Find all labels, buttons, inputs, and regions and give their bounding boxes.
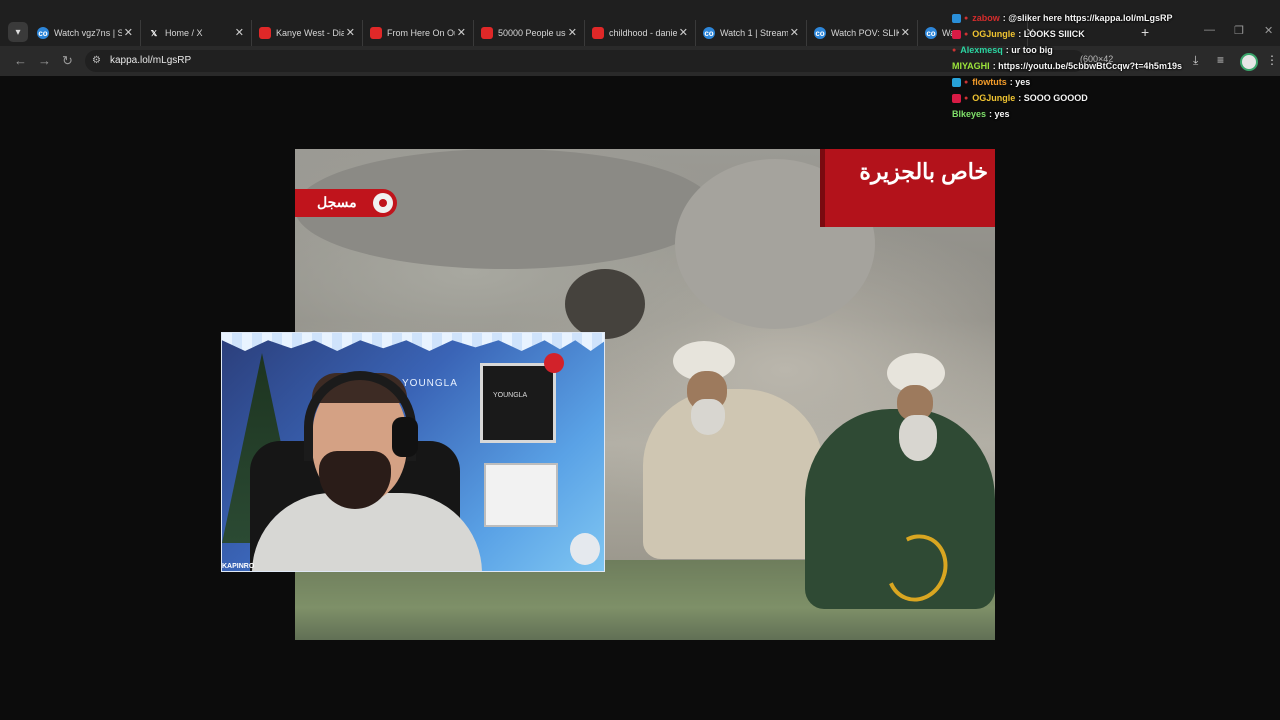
youtube-icon <box>370 27 382 39</box>
figure-left-beard <box>691 399 725 435</box>
dot-icon: ● <box>964 94 969 102</box>
x-logo-icon: 𝕏 <box>150 28 158 38</box>
tab-title: Watch vgz7ns | St <box>54 28 122 38</box>
chat-message: Blkeyes: yes <box>952 106 1010 122</box>
youtube-icon <box>481 27 493 39</box>
kick-icon: co <box>814 27 826 39</box>
tab-title: Watch POV: SLIKE <box>831 28 899 38</box>
more-menu-icon[interactable]: ⋮ <box>1266 53 1278 67</box>
close-window-icon[interactable]: ✕ <box>1264 24 1273 37</box>
tab-title: 50000 People use <box>498 28 566 38</box>
chat-badge-icon <box>952 93 961 103</box>
chat-message: ● OGJungle: LOOKS SIIICK <box>952 26 1085 42</box>
kick-icon: co <box>925 27 937 39</box>
tab-7[interactable]: co Watch POV: SLIKE✕ <box>807 20 918 46</box>
close-tab-icon[interactable]: ✕ <box>679 26 688 39</box>
record-icon <box>373 193 393 213</box>
url-text[interactable]: kappa.lol/mLgsRP <box>110 55 191 66</box>
chat-username: Alexmesq <box>960 45 1003 55</box>
wall-frame-text: YOUNGLA <box>493 392 528 399</box>
figure-right-beard <box>899 415 937 461</box>
back-icon[interactable]: ← <box>14 53 27 68</box>
chat-message: MIYAGHI: https://youtu.be/5cbbwBtCcqw?t=… <box>952 58 1182 74</box>
chat-badge-icon <box>952 77 961 87</box>
chat-username: flowtuts <box>972 77 1007 87</box>
webcam-overlay: YOUNGLA YOUNGLA KAPINRO <box>221 332 605 572</box>
forward-icon[interactable]: → <box>38 53 51 68</box>
chat-badge-icon <box>952 13 961 23</box>
chat-text: : yes <box>1009 77 1031 87</box>
dot-icon: ● <box>952 46 957 54</box>
chat-text: : SOOO GOOOD <box>1018 93 1088 103</box>
chat-badge-icon <box>952 29 961 39</box>
tab-search-button[interactable]: ▾ <box>8 22 28 42</box>
kick-icon: co <box>703 27 715 39</box>
webcam-watermark: KAPINRO <box>222 563 255 570</box>
chevron-down-icon: ▾ <box>15 26 21 38</box>
cave-shape <box>565 269 645 339</box>
exclusive-banner: خاص بالجزيرة <box>820 149 995 227</box>
tab-6[interactable]: co Watch 1 | Stream ✕ <box>696 20 807 46</box>
tab-5[interactable]: childhood - danie ✕ <box>585 20 696 46</box>
chat-message: ● OGJungle: SOOO GOOOD <box>952 90 1088 106</box>
profile-avatar[interactable] <box>1240 53 1258 71</box>
close-tab-icon[interactable]: ✕ <box>568 26 577 39</box>
chat-username: Blkeyes <box>952 109 987 119</box>
youtube-icon <box>259 27 271 39</box>
close-tab-icon[interactable]: ✕ <box>457 26 466 39</box>
download-icon[interactable]: ⤓ <box>1193 53 1198 68</box>
astronaut-figure <box>570 533 600 565</box>
chat-text: : @sliker here https://kappa.lol/mLgsRP <box>1002 13 1173 23</box>
reading-list-icon[interactable]: ≡ <box>1217 53 1224 67</box>
tab-title: childhood - danie <box>609 28 677 38</box>
restore-icon[interactable]: ❐ <box>1234 24 1244 37</box>
close-tab-icon[interactable]: ✕ <box>124 26 133 39</box>
close-tab-icon[interactable]: ✕ <box>346 26 355 39</box>
chat-text: : https://youtu.be/5cbbwBtCcqw?t=4h5m19s <box>992 61 1182 71</box>
chat-text: : ur too big <box>1005 45 1053 55</box>
headset-earcup <box>392 417 418 457</box>
wall-frame: YOUNGLA <box>480 363 556 443</box>
tab-title: Kanye West - Dia <box>276 28 344 38</box>
address-bar[interactable] <box>85 50 1085 72</box>
chat-username: zabow <box>972 13 1000 23</box>
kick-icon: co <box>37 27 49 39</box>
tab-0[interactable]: co Watch vgz7ns | St ✕ <box>30 20 141 46</box>
icicle-border <box>222 333 604 351</box>
shelf <box>484 463 558 527</box>
wall-brand-logo: YOUNGLA <box>402 378 458 389</box>
tab-4[interactable]: 50000 People use ✕ <box>474 20 585 46</box>
tab-1[interactable]: 𝕏 Home / X ✕ <box>141 20 252 46</box>
site-info-icon[interactable]: ⚙ <box>92 55 101 66</box>
tab-2[interactable]: Kanye West - Dia ✕ <box>252 20 363 46</box>
chat-message: ● zabow: @sliker here https://kappa.lol/… <box>952 10 1173 26</box>
tabs: co Watch vgz7ns | St ✕ 𝕏 Home / X ✕ Kanye We… <box>30 20 1035 46</box>
chat-message: ● Alexmesq: ur too big <box>952 42 1053 58</box>
chat-username: OGJungle <box>972 29 1016 39</box>
tab-title: Home / X <box>165 28 203 38</box>
figure-left-body <box>643 389 823 559</box>
reload-icon[interactable]: ↻ <box>62 53 73 69</box>
minimize-icon[interactable]: — <box>1204 24 1215 36</box>
dot-icon: ● <box>964 78 969 86</box>
new-tab-button[interactable]: + <box>1141 24 1149 40</box>
close-tab-icon[interactable]: ✕ <box>790 26 799 39</box>
chat-username: OGJungle <box>972 93 1016 103</box>
exclusive-banner-text: خاص بالجزيرة <box>859 159 988 184</box>
tab-3[interactable]: From Here On Ou ✕ <box>363 20 474 46</box>
recorded-badge-text: مسجل <box>317 194 357 210</box>
recorded-badge: مسجل <box>295 189 397 217</box>
youtube-icon <box>592 27 604 39</box>
close-tab-icon[interactable]: ✕ <box>901 26 910 39</box>
chat-text: : LOOKS SIIICK <box>1018 29 1085 39</box>
tab-title: Watch 1 | Stream <box>720 28 788 38</box>
dot-icon: ● <box>964 14 969 22</box>
chat-username: MIYAGHI <box>952 61 990 71</box>
close-tab-icon[interactable]: ✕ <box>235 26 244 39</box>
ornament <box>544 353 564 373</box>
dot-icon: ● <box>964 30 969 38</box>
chat-message: ● flowtuts: yes <box>952 74 1030 90</box>
tab-title: From Here On Ou <box>387 28 455 38</box>
chat-text: : yes <box>989 109 1010 119</box>
